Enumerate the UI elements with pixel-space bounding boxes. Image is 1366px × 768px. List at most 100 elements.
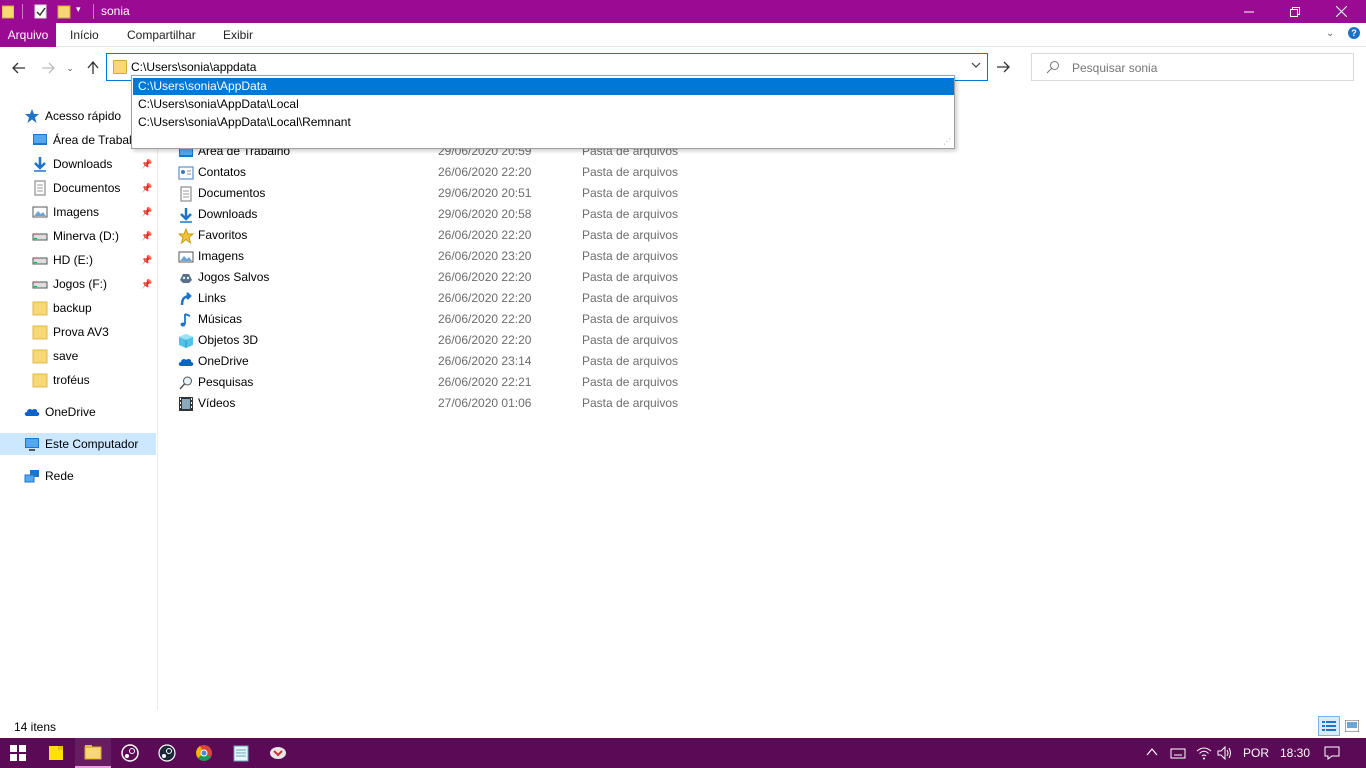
sidebar-item-rede[interactable]: Rede [24,465,154,487]
tab-compartilhar[interactable]: Compartilhar [119,23,204,47]
expand-ribbon-icon[interactable]: ⌄ [1326,28,1334,39]
file-date: 26/06/2020 22:20 [438,333,532,347]
sidebar-item-prova-av3[interactable]: Prova AV3 [32,321,137,343]
autocomplete-item[interactable]: C:\Users\sonia\AppData\Local\Remnant [133,114,954,131]
tab-exibir[interactable]: Exibir [215,23,261,47]
chevron-down-icon[interactable] [971,59,981,73]
search-box[interactable] [1031,53,1354,81]
resize-grip-icon[interactable]: ⋰ [943,137,951,146]
sidebar-item-minerva[interactable]: Minerva (D:) [32,225,137,247]
wifi-icon[interactable] [1196,746,1212,763]
cube-icon [178,333,194,349]
input-method-icon[interactable] [1170,746,1186,763]
list-item[interactable]: Contatos 26/06/2020 22:20 Pasta de arqui… [176,162,696,183]
address-autocomplete: C:\Users\sonia\AppData C:\Users\sonia\Ap… [131,75,955,149]
sidebar-item-label: Este Computador [45,437,139,451]
sidebar-item-onedrive[interactable]: OneDrive [24,401,154,423]
volume-icon[interactable] [1217,745,1233,763]
sidebar-item-label: Jogos (F:) [53,277,108,291]
drive-icon [32,276,48,292]
large-icons-view-icon[interactable] [1341,716,1363,736]
forward-button[interactable] [38,58,58,78]
sidebar-item-este-computador[interactable]: Este Computador [0,433,156,455]
list-item[interactable]: Favoritos 26/06/2020 22:20 Pasta de arqu… [176,225,696,246]
sidebar-item-label: Área de Trabalho [53,133,132,147]
tab-inicio[interactable]: Início [62,23,107,47]
document-icon [32,180,48,196]
tab-arquivo[interactable]: Arquivo [0,23,56,47]
list-item[interactable]: Jogos Salvos 26/06/2020 22:20 Pasta de a… [176,267,696,288]
file-name: Favoritos [198,228,248,242]
properties-icon[interactable] [34,4,48,19]
file-date: 26/06/2020 22:20 [438,228,532,242]
pin-icon: 📌 [141,255,153,265]
list-item[interactable]: Downloads 29/06/2020 20:58 Pasta de arqu… [176,204,696,225]
film-icon [178,396,194,412]
star-icon [177,227,195,245]
file-name: Jogos Salvos [198,270,270,284]
file-name: Músicas [198,312,243,326]
back-button[interactable] [9,58,29,78]
close-button[interactable] [1318,0,1364,23]
recent-locations-icon[interactable]: ⌄ [62,58,78,78]
music-icon [178,312,194,328]
minimize-button[interactable] [1226,0,1272,23]
list-item[interactable]: Pesquisas 26/06/2020 22:21 Pasta de arqu… [176,372,696,393]
sidebar-item-hd[interactable]: HD (E:) [32,249,137,271]
language-indicator[interactable]: POR [1243,746,1269,760]
chevron-up-icon[interactable] [1146,746,1158,761]
list-item[interactable]: Links 26/06/2020 22:20 Pasta de arquivos [176,288,696,309]
sidebar-item-imagens[interactable]: Imagens [32,201,137,223]
list-item[interactable]: Imagens 26/06/2020 23:20 Pasta de arquiv… [176,246,696,267]
address-input[interactable] [131,58,951,76]
divider [22,4,23,19]
help-icon[interactable]: ? [1348,27,1360,39]
sidebar-item-save[interactable]: save [32,345,137,367]
document-icon [178,186,194,202]
search-input[interactable] [1072,59,1342,77]
cloud-icon [24,404,40,420]
sidebar-item-trofeus[interactable]: troféus [32,369,137,391]
sticky-notes-icon[interactable] [38,738,74,768]
navigation-pane: Acesso rápido Área de Trabalho Downloads… [0,100,158,710]
list-item[interactable]: Músicas 26/06/2020 22:20 Pasta de arquiv… [176,309,696,330]
steam-icon[interactable] [149,738,185,768]
file-name: Documentos [198,186,266,200]
file-type: Pasta de arquivos [582,165,679,179]
file-name: Objetos 3D [198,333,259,347]
list-item[interactable]: Objetos 3D 26/06/2020 22:20 Pasta de arq… [176,330,696,351]
customize-toolbar-icon[interactable]: ▾ [76,4,88,19]
notepad-icon[interactable] [223,738,259,768]
folder-icon [1,4,15,19]
sidebar-item-downloads[interactable]: Downloads [32,153,137,175]
autocomplete-item[interactable]: C:\Users\sonia\AppData\Local [133,96,954,113]
file-type: Pasta de arquivos [582,396,679,410]
sidebar-item-backup[interactable]: backup [32,297,137,319]
list-item[interactable]: Documentos 29/06/2020 20:51 Pasta de arq… [176,183,696,204]
sidebar-item-area-de-trabalho[interactable]: Área de Trabalho [32,129,132,151]
start-button[interactable] [0,738,36,768]
clock[interactable]: 18:30 [1280,746,1310,760]
app-icon[interactable] [260,738,296,768]
file-explorer-icon[interactable] [75,738,111,768]
sidebar-item-label: save [53,349,79,363]
search-icon [1046,60,1060,77]
list-item[interactable]: Vídeos 27/06/2020 01:06 Pasta de arquivo… [176,393,696,414]
sidebar-item-documentos[interactable]: Documentos [32,177,137,199]
list-item[interactable]: OneDrive 26/06/2020 23:14 Pasta de arqui… [176,351,696,372]
folder-icon [32,324,48,340]
sidebar-item-jogos[interactable]: Jogos (F:) [32,273,137,295]
steam-icon[interactable] [112,738,148,768]
notifications-icon[interactable] [1324,746,1340,763]
go-button[interactable] [992,56,1014,78]
file-name: Vídeos [198,396,236,410]
drive-icon [32,228,48,244]
autocomplete-item[interactable]: C:\Users\sonia\AppData [133,78,954,95]
up-button[interactable] [83,58,103,78]
new-folder-icon[interactable] [57,4,71,19]
chrome-icon[interactable] [186,738,222,768]
computer-icon [24,436,40,452]
restore-button[interactable] [1272,0,1318,23]
pin-icon: 📌 [141,231,153,241]
details-view-icon[interactable] [1318,716,1340,736]
